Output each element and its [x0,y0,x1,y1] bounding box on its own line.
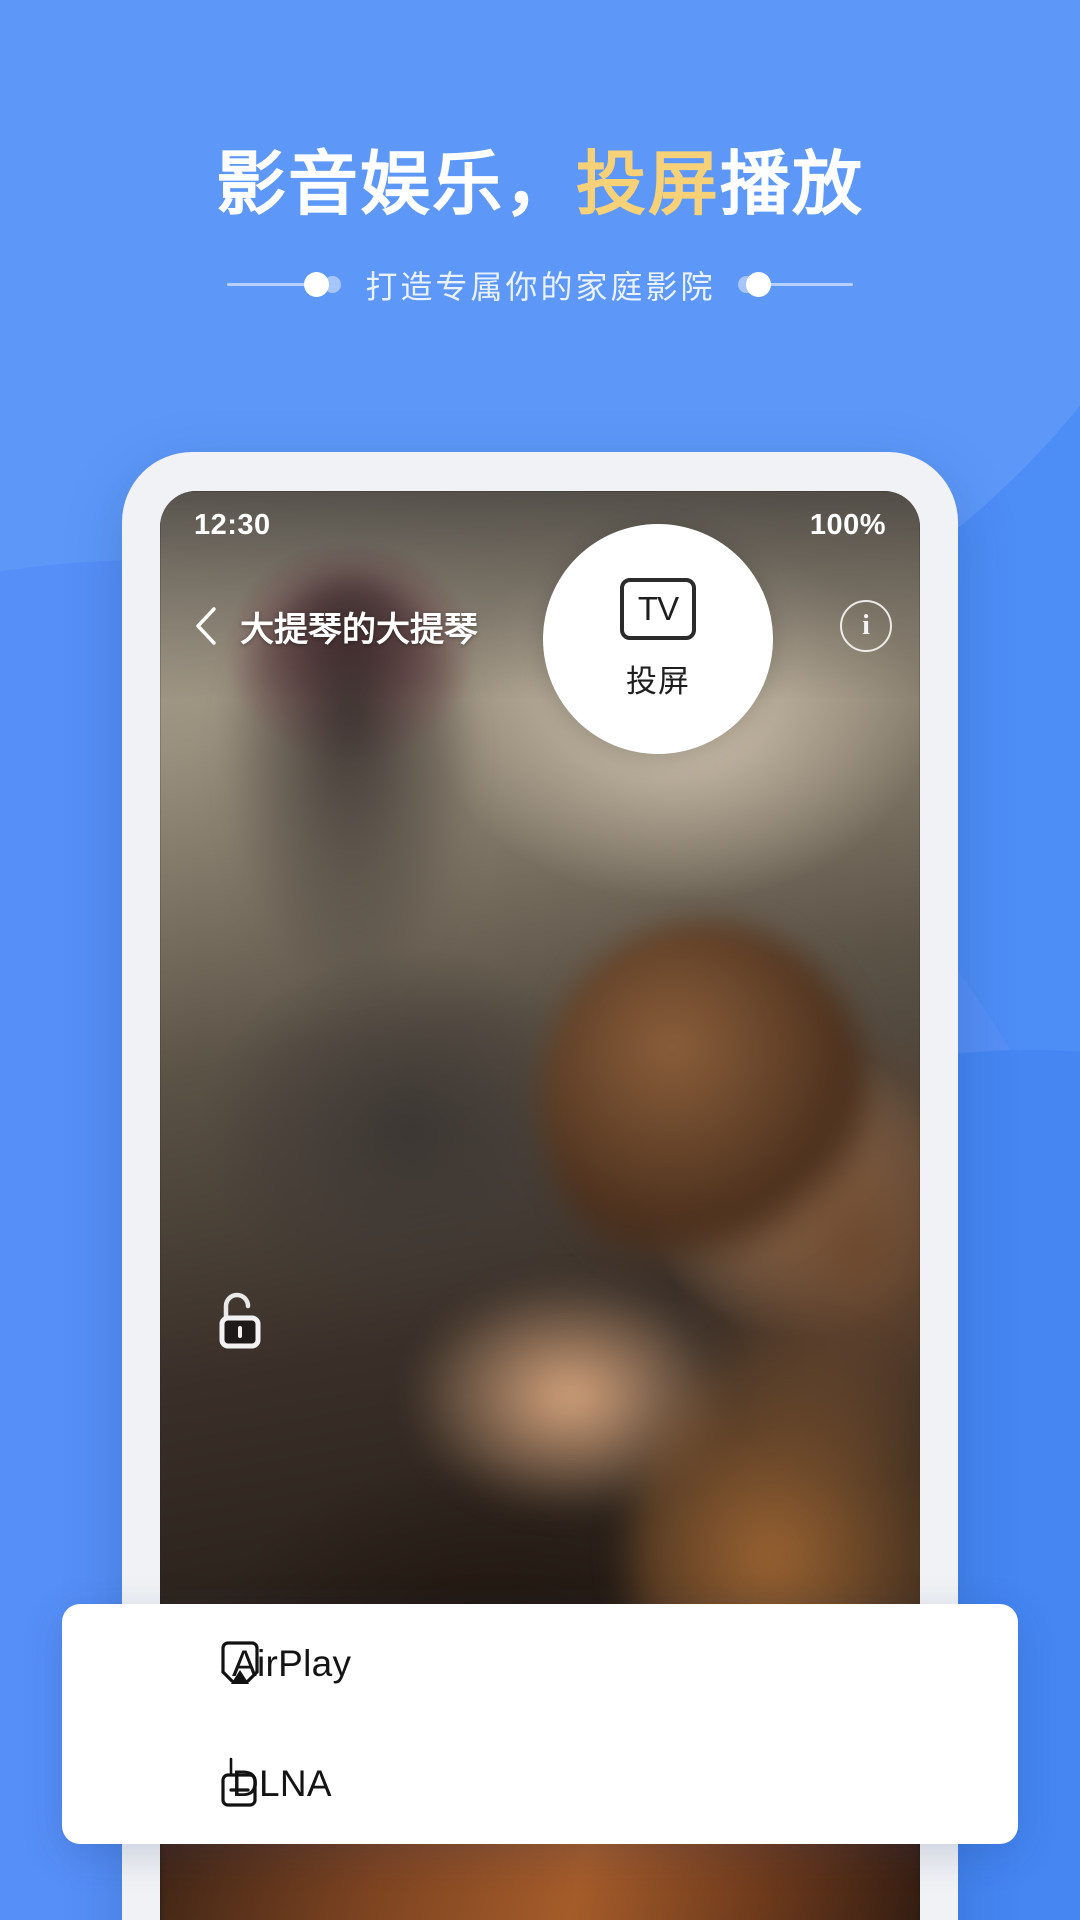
battery-percent-label: 100% [809,509,886,541]
promo-page: 影音娱乐，投屏播放 打造专属你的家庭影院 12:30 100% 大提琴的大提琴 … [0,0,1080,1920]
cast-button-label: 投屏 [626,663,690,699]
cast-button-highlight[interactable]: TV 投屏 [543,524,773,754]
decoration-line-icon [766,283,853,286]
decoration-line-icon [227,283,314,286]
promo-headline: 影音娱乐，投屏播放 [0,145,1080,223]
promo-subtitle: 打造专属你的家庭影院 [365,268,716,305]
cast-option-dlna[interactable]: DLNA [62,1724,1018,1844]
headline-part-3: 播放 [720,145,864,223]
status-time: 12:30 [194,509,271,541]
status-right-group: 100% [810,509,886,542]
decoration-left [227,272,342,297]
chevron-left-icon[interactable] [188,607,224,645]
unlock-icon[interactable] [208,1286,270,1365]
video-title: 大提琴的大提琴 [240,610,478,649]
video-controls: 00:00:00 00:00:00 [160,1911,920,1920]
video-blur-layer [540,921,870,1281]
video-navbar: 大提琴的大提琴 i [160,591,920,661]
dlna-icon [212,1756,268,1812]
decoration-dot-small-icon [324,276,342,293]
status-bar: 12:30 100% [160,509,920,542]
tv-icon: TV [620,577,696,640]
promo-subline: 打造专属你的家庭影院 [0,262,1080,308]
cast-option-airplay[interactable]: AirPlay [62,1604,1018,1724]
promo-header: 影音娱乐，投屏播放 打造专属你的家庭影院 [0,0,1080,308]
decoration-right [737,272,853,297]
airplay-icon [212,1636,268,1692]
headline-part-1: 影音娱乐， [216,145,576,223]
headline-accent: 投屏 [576,145,720,223]
info-icon[interactable]: i [840,600,892,652]
cast-options-sheet: AirPlay DLNA [62,1604,1018,1844]
